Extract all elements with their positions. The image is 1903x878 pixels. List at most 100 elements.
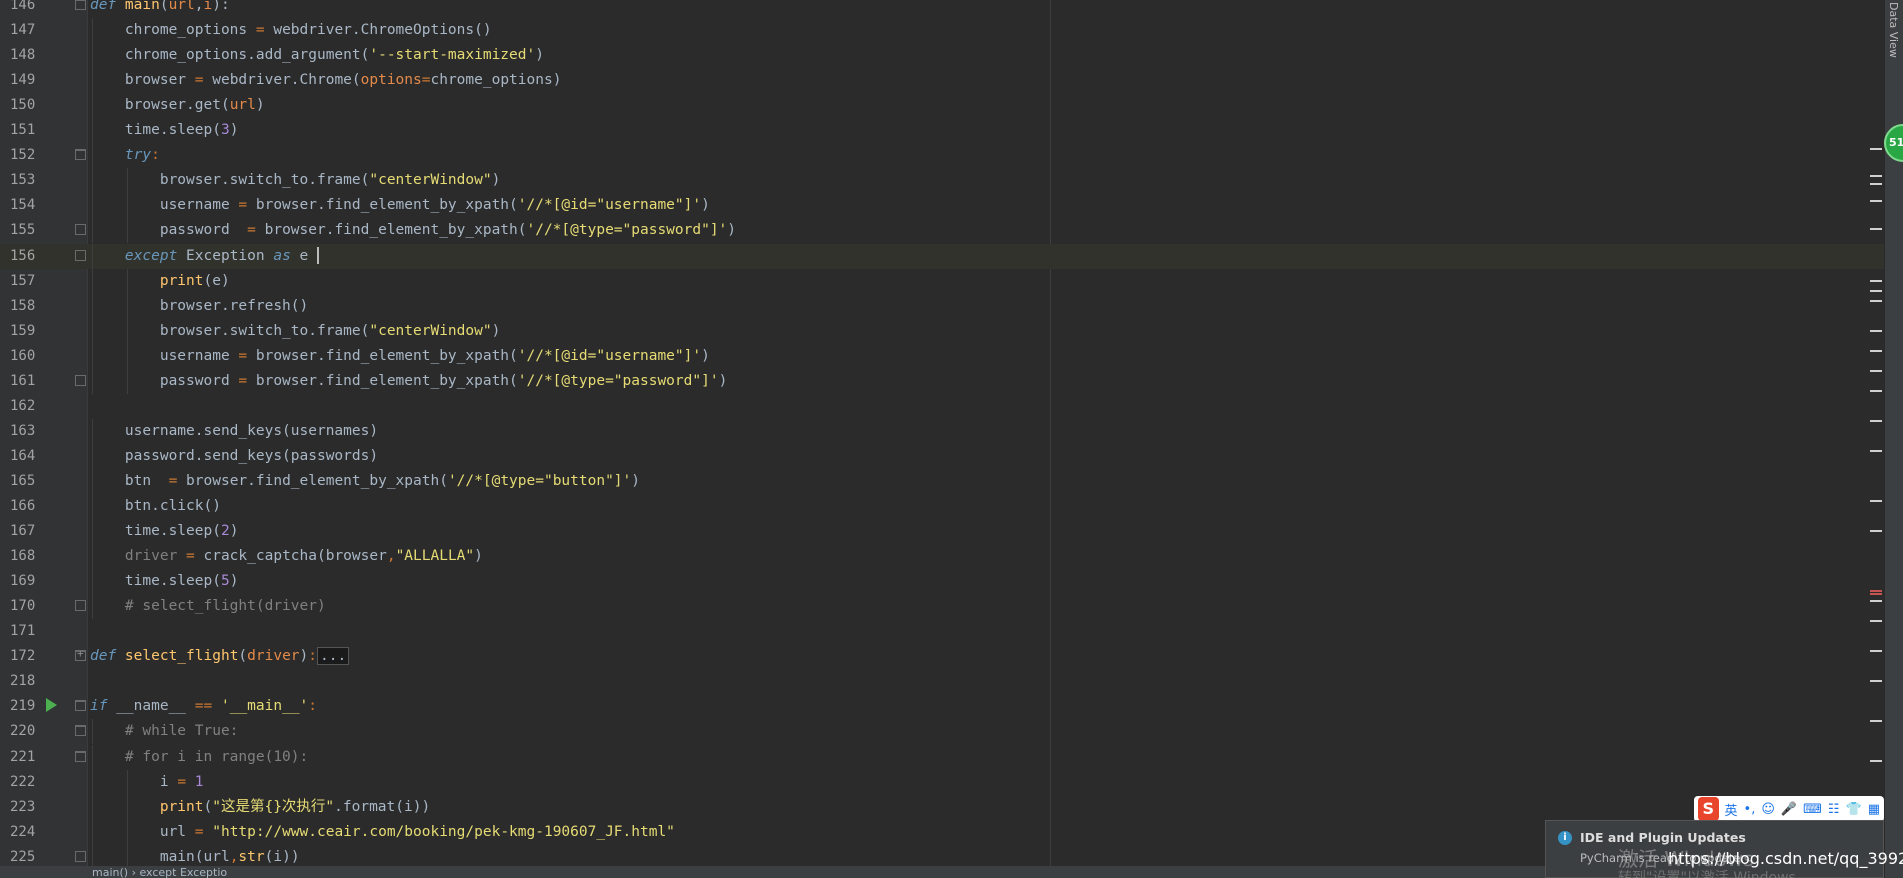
code-text[interactable]: time.sleep(2) <box>90 519 239 544</box>
code-line[interactable]: 156 except Exception as e <box>0 243 1884 269</box>
code-line[interactable]: 165 btn = browser.find_element_by_xpath(… <box>0 468 1884 494</box>
code-line[interactable]: 169 time.sleep(5) <box>0 569 1884 595</box>
line-number[interactable]: 148 <box>10 43 46 68</box>
code-line[interactable]: 150 browser.get(url) <box>0 93 1884 119</box>
line-number[interactable]: 147 <box>10 18 46 43</box>
collapse-fold-icon[interactable] <box>75 249 86 261</box>
code-text[interactable]: username = browser.find_element_by_xpath… <box>90 193 710 218</box>
line-number[interactable]: 163 <box>10 419 46 444</box>
stripe-mark[interactable] <box>1870 760 1882 762</box>
code-line[interactable]: 147 chrome_options = webdriver.ChromeOpt… <box>0 18 1884 44</box>
collapse-fold-icon[interactable] <box>75 700 86 712</box>
code-line[interactable]: 219 if __name__ == '__main__': <box>0 694 1884 719</box>
data-view-tab[interactable]: Data View <box>1887 2 1900 58</box>
line-number[interactable]: 222 <box>10 770 46 795</box>
code-text[interactable]: btn = browser.find_element_by_xpath('//*… <box>90 469 640 494</box>
stripe-mark[interactable] <box>1870 148 1882 150</box>
code-line[interactable]: 163 username.send_keys(usernames) <box>0 418 1884 444</box>
code-text[interactable]: time.sleep(3) <box>90 118 239 143</box>
line-number[interactable]: 162 <box>10 394 46 419</box>
code-text[interactable]: def select_flight(driver):... <box>90 644 350 669</box>
code-text[interactable]: browser.refresh() <box>90 294 308 319</box>
line-number[interactable]: 153 <box>10 168 46 193</box>
code-line[interactable]: 153 browser.switch_to.frame("centerWindo… <box>0 168 1884 194</box>
line-number[interactable]: 168 <box>10 544 46 569</box>
code-line[interactable]: 171 <box>0 619 1884 644</box>
collapse-fold-icon[interactable] <box>75 149 86 161</box>
code-text[interactable]: browser.get(url) <box>90 93 265 118</box>
stripe-mark[interactable] <box>1870 680 1882 682</box>
line-number[interactable]: 154 <box>10 193 46 218</box>
stripe-mark[interactable] <box>1870 290 1882 292</box>
code-line[interactable]: 159 browser.switch_to.frame("centerWindo… <box>0 318 1884 344</box>
code-text[interactable]: username.send_keys(usernames) <box>90 419 378 444</box>
code-text[interactable]: chrome_options.add_argument('--start-max… <box>90 43 544 68</box>
stripe-mark[interactable] <box>1870 500 1882 502</box>
stripe-mark[interactable] <box>1870 720 1882 722</box>
line-number[interactable]: 169 <box>10 569 46 594</box>
line-number[interactable]: 164 <box>10 444 46 469</box>
code-text[interactable]: if __name__ == '__main__': <box>90 694 317 719</box>
code-text[interactable]: driver = crack_captcha(browser,"ALLALLA"… <box>90 544 483 569</box>
line-number[interactable]: 171 <box>10 619 46 644</box>
code-text[interactable]: browser.switch_to.frame("centerWindow") <box>90 168 500 193</box>
ime-skin-icon[interactable]: 👕 <box>1846 802 1862 817</box>
code-line[interactable]: 151 time.sleep(3) <box>0 118 1884 144</box>
line-number[interactable]: 156 <box>10 244 46 269</box>
collapse-fold-icon[interactable] <box>75 725 86 737</box>
stripe-mark[interactable] <box>1870 200 1882 202</box>
code-text[interactable]: password.send_keys(passwords) <box>90 444 378 469</box>
code-line[interactable]: 158 browser.refresh() <box>0 293 1884 319</box>
code-text[interactable]: i = 1 <box>90 770 204 795</box>
code-line[interactable]: 222 i = 1 <box>0 769 1884 795</box>
code-text[interactable]: btn.click() <box>90 494 221 519</box>
line-number[interactable]: 225 <box>10 845 46 866</box>
stripe-mark[interactable] <box>1870 330 1882 332</box>
code-line[interactable]: 154 username = browser.find_element_by_x… <box>0 193 1884 219</box>
line-number[interactable]: 150 <box>10 93 46 118</box>
code-line[interactable]: 172 def select_flight(driver):... <box>0 644 1884 669</box>
line-number[interactable]: 219 <box>10 694 46 719</box>
line-number[interactable]: 155 <box>10 218 46 243</box>
collapse-fold-icon[interactable] <box>75 750 86 762</box>
stripe-mark[interactable] <box>1870 183 1882 185</box>
line-number[interactable]: 220 <box>10 719 46 744</box>
line-number[interactable]: 161 <box>10 369 46 394</box>
stripe-mark[interactable] <box>1870 175 1882 177</box>
line-number[interactable]: 151 <box>10 118 46 143</box>
stripe-mark[interactable] <box>1870 530 1882 532</box>
error-stripe[interactable]: ! <box>1864 0 1884 866</box>
stripe-mark[interactable] <box>1870 420 1882 422</box>
stripe-mark[interactable] <box>1870 370 1882 372</box>
code-text[interactable]: url = "http://www.ceair.com/booking/pek-… <box>90 820 675 845</box>
code-text[interactable]: main(url,str(i)) <box>90 845 300 866</box>
code-text[interactable]: username = browser.find_element_by_xpath… <box>90 344 710 369</box>
ime-keyboard-icon[interactable]: ⌨ <box>1803 802 1822 817</box>
code-line[interactable]: 161 password = browser.find_element_by_x… <box>0 368 1884 394</box>
error-stripe-mark[interactable] <box>1870 593 1882 595</box>
code-text[interactable]: # select_flight(driver) <box>90 594 326 619</box>
code-line[interactable]: 157 print(e) <box>0 268 1884 294</box>
code-text[interactable]: password = browser.find_element_by_xpath… <box>90 369 727 394</box>
collapse-fold-icon[interactable] <box>75 600 86 612</box>
code-line[interactable]: 160 username = browser.find_element_by_x… <box>0 343 1884 369</box>
collapse-fold-icon[interactable] <box>75 374 86 386</box>
stripe-mark[interactable] <box>1870 600 1882 602</box>
code-line[interactable]: 162 <box>0 394 1884 419</box>
code-line[interactable]: 146 def main(url,i): <box>0 0 1884 18</box>
ime-voice-icon[interactable]: 🎤 <box>1781 802 1797 817</box>
code-text[interactable]: try: <box>90 143 160 168</box>
collapse-fold-icon[interactable] <box>75 224 86 236</box>
line-number[interactable]: 221 <box>10 745 46 770</box>
line-number[interactable]: 149 <box>10 68 46 93</box>
line-number[interactable]: 172 <box>10 644 46 669</box>
code-line[interactable]: 148 chrome_options.add_argument('--start… <box>0 43 1884 69</box>
code-line[interactable]: 223 print("这是第{}次执行".format(i)) <box>0 794 1884 820</box>
ime-punctuation-icon[interactable]: •, <box>1744 802 1756 817</box>
code-text[interactable]: password = browser.find_element_by_xpath… <box>90 218 736 243</box>
code-editor[interactable]: 146 def main(url,i): 147 chrome_options = … <box>0 0 1884 866</box>
code-text[interactable]: time.sleep(5) <box>90 569 239 594</box>
stripe-mark[interactable] <box>1870 450 1882 452</box>
line-number[interactable]: 223 <box>10 795 46 820</box>
sogou-logo-icon[interactable]: S <box>1698 797 1719 821</box>
